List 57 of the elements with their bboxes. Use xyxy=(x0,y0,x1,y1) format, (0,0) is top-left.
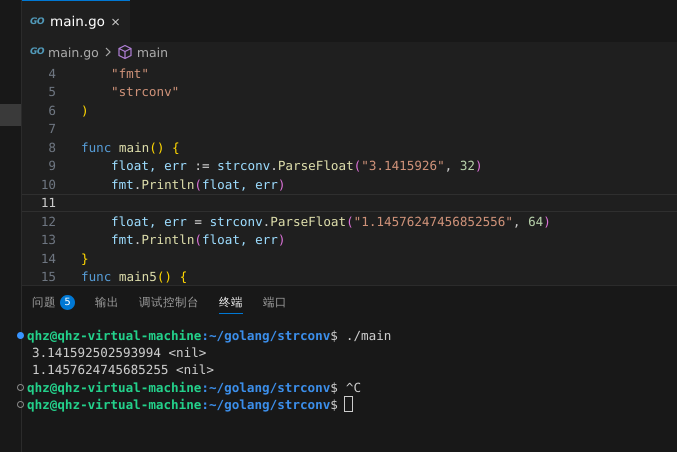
panel-tab-label: 问题 xyxy=(32,294,56,310)
line-number: 6 xyxy=(47,102,56,118)
go-file-icon: GO xyxy=(30,16,44,26)
close-icon[interactable] xyxy=(110,16,120,28)
code-line: "strconv" xyxy=(110,84,180,100)
count-badge: 5 xyxy=(60,294,75,310)
code-line: "fmt" xyxy=(110,66,149,81)
cube-icon xyxy=(116,44,133,60)
breadcrumb-file[interactable]: main.go xyxy=(48,44,99,60)
line-number: 15 xyxy=(40,269,56,284)
breadcrumb-symbol[interactable]: main xyxy=(136,44,168,60)
panel-tab-label: 调试控制台 xyxy=(139,294,199,310)
prompt-user: qhz@qhz-virtual-machine xyxy=(27,328,202,344)
code-line: fmt.Println(float, err) xyxy=(110,232,286,248)
code-line: float, err := strconv.ParseFloat("3.1415926", 32) xyxy=(110,158,483,174)
terminal-output: 1.1457624745685255 <nil> xyxy=(32,362,214,378)
line-number: 10 xyxy=(40,176,56,192)
line-number: 12 xyxy=(40,214,56,229)
line-number: 9 xyxy=(47,158,56,174)
code-line: float, err = strconv.ParseFloat("1.14576247456852556", 64) xyxy=(110,214,551,229)
prompt-symbol: $ xyxy=(330,396,338,412)
panel-tab[interactable]: 调试控制台 xyxy=(139,291,199,314)
panel-tab[interactable]: 端口 xyxy=(263,291,287,314)
sidebar-indicator xyxy=(0,104,21,126)
editor-tab[interactable]: GO main.go xyxy=(22,0,130,42)
prompt-user: qhz@qhz-virtual-machine xyxy=(27,380,202,395)
line-number: 8 xyxy=(47,140,56,155)
prompt-symbol: $ xyxy=(330,328,338,344)
panel-tab-label: 终端 xyxy=(219,294,243,310)
code-line: func main5() { xyxy=(81,269,188,284)
panel-tab[interactable]: 输出 xyxy=(95,291,119,314)
terminal-output: 3.141592502593994 <nil> xyxy=(32,345,206,360)
line-number: 11 xyxy=(40,195,56,210)
code-line: fmt.Println(float, err) xyxy=(110,176,286,192)
code-line: ) xyxy=(81,102,89,118)
line-number: 4 xyxy=(47,66,56,81)
panel-tab[interactable]: 问题 5 xyxy=(32,291,75,314)
line-number: 7 xyxy=(47,121,56,136)
terminal-cursor xyxy=(344,396,353,412)
line-number: 14 xyxy=(40,250,56,266)
prompt-symbol: $ xyxy=(330,380,338,395)
panel-tab-label: 输出 xyxy=(95,294,119,310)
prompt-path: :~/golang/strconv xyxy=(201,328,330,344)
terminal-command: ^C xyxy=(346,380,362,395)
code-line: func main() { xyxy=(81,140,180,155)
code-line: } xyxy=(81,250,89,266)
go-file-icon: GO xyxy=(30,47,44,57)
tab-label: main.go xyxy=(50,14,105,30)
prompt-user: qhz@qhz-virtual-machine xyxy=(27,396,202,412)
prompt-path: :~/golang/strconv xyxy=(201,380,330,395)
panel-tab-label: 端口 xyxy=(263,294,287,310)
terminal-command: ./main xyxy=(346,328,392,344)
line-number: 5 xyxy=(47,84,56,100)
chevron-right-icon xyxy=(102,46,113,58)
prompt-path: :~/golang/strconv xyxy=(201,396,330,412)
panel-tab[interactable]: 终端 xyxy=(219,291,243,314)
line-number: 13 xyxy=(40,232,56,248)
